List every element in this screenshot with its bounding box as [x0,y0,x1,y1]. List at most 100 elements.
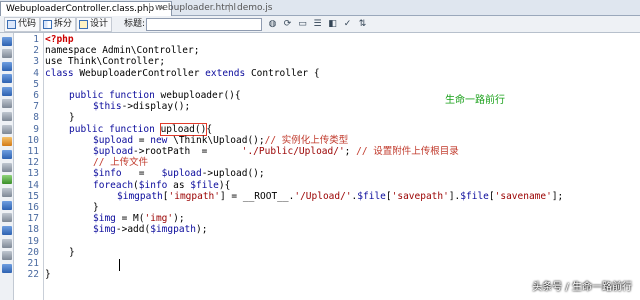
tab-label: WebuploaderController.class.php [6,4,155,14]
code-line-15: $imgpath['imgpath'] = __ROOT__.'/Upload/… [117,191,563,202]
format-source-icon[interactable] [2,264,12,273]
line-number: 21 [27,258,39,269]
outdent-code-icon[interactable] [2,251,12,260]
string: '/Upload/' [294,190,352,202]
tab-label: demo.js [237,3,273,13]
collapse-selection-icon[interactable] [2,74,12,83]
line-number: 9 [33,123,39,135]
php-open-tag: <?php [45,34,74,45]
visual-aids-icon[interactable]: ◧ [326,18,339,31]
tab-separator: | [228,3,232,13]
keyword: class [45,67,74,79]
line-number: 15 [27,190,39,202]
select-parent-tag-icon[interactable] [2,99,12,108]
title-input[interactable] [146,18,262,31]
namespace-statement: namespace Admin\Controller; [45,45,200,57]
string: 'savepath' [391,190,449,202]
code-view-button[interactable]: 代码 [4,17,41,32]
code-line-1: <?php [45,34,74,45]
move-css-icon[interactable] [2,226,12,235]
file-management-icon[interactable]: ⇅ [356,18,369,31]
code-line-22: } [45,269,51,280]
line-number: 14 [27,179,39,191]
design-view-button[interactable]: 设计 [76,17,113,32]
code-text: } [69,246,75,258]
line-number: 1 [33,34,39,45]
refresh-icon[interactable]: ⟳ [281,18,294,31]
line-number: 7 [33,101,39,113]
globe-icon[interactable]: ◍ [266,18,279,31]
code-text: } [69,112,75,124]
code-line-8: } [69,112,75,123]
method-name: webuploader(){ [154,90,241,101]
keyword: new [150,134,168,146]
highlighted-method-name: upload() [159,122,208,136]
split-view-button[interactable]: 拆分 [40,17,77,32]
variable: $file [460,190,489,202]
variable: $info [93,168,122,180]
validate-icon[interactable]: ✓ [341,18,354,31]
keyword: function [109,123,155,135]
tab-demo-js[interactable]: demo.js [232,1,277,16]
code-text: ); [173,213,185,225]
code-editor[interactable]: <?php namespace Admin\Controller; use Th… [45,33,640,300]
keyword: extends [205,67,246,79]
line-number: 20 [27,246,39,258]
code-line-16: } [93,202,99,213]
line-number-gutter: 1 2 3 4 5 6 7 8 9 10 11 12 13 14 15 16 1… [14,33,44,300]
collapse-full-tag-icon[interactable] [2,62,12,71]
variable: $imgpath [150,224,196,236]
code-line-17: $img = M('img'); [93,213,185,224]
keyword: function [109,90,155,101]
code-text: ->display(); [121,101,191,113]
variable: $imgpath [117,190,163,202]
expand-all-icon[interactable] [2,87,12,96]
code-line-9: public function upload(){ [69,122,212,136]
line-numbers-icon[interactable] [2,125,12,134]
wrap-tag-icon[interactable] [2,201,12,210]
code-text: ->upload(); [201,168,265,180]
code-text: ; [344,146,357,157]
recent-snippets-icon[interactable] [2,213,12,222]
code-line-10: $upload = new \Think\Upload();// 实例化上传类型 [93,135,348,146]
code-view-label: 代码 [18,19,37,29]
variable: $this [93,101,122,113]
line-number: 10 [27,134,39,146]
word-wrap-icon[interactable] [2,150,12,159]
string: 'img' [144,213,174,225]
comment: // 实例化上传类型 [264,134,349,146]
variable: $file [190,179,219,191]
code-line-7: $this->display(); [93,101,190,112]
code-line-14: foreach($info as $file){ [93,180,230,191]
open-documents-icon[interactable] [2,37,12,46]
annotation-text: 生命一路前行 [445,95,505,106]
variable: $img [93,224,116,236]
preview-icon[interactable]: ▭ [296,18,309,31]
code-text: as [167,179,191,191]
line-number: 6 [33,90,39,101]
class-name: WebuploaderController [73,67,206,79]
code-text: ){ [218,179,231,191]
apply-comment-icon[interactable] [2,175,12,184]
use-statement: use Think\Controller; [45,56,166,68]
indent-code-icon[interactable] [2,239,12,248]
tab-webuploader-controller[interactable]: WebuploaderController.class.php ✕ [0,1,172,16]
comment: // 设置附件上传根目录 [356,146,459,157]
variable: $upload [93,134,134,146]
line-number: 11 [27,146,39,157]
remove-comment-icon[interactable] [2,188,12,197]
title-label: 标题: [124,19,146,29]
highlight-invalid-code-icon[interactable] [2,137,12,146]
show-code-navigator-icon[interactable] [2,49,12,58]
syntax-error-alerts-icon[interactable] [2,163,12,172]
line-number: 17 [27,213,39,225]
comment: // 上传文件 [93,157,149,169]
line-number: 2 [33,45,39,57]
code-line-13: $info = $upload->upload(); [93,168,265,179]
string: './Public/Upload/' [241,146,345,157]
balance-braces-icon[interactable] [2,112,12,121]
code-text: ]; [551,190,564,202]
line-number: 19 [27,235,39,247]
view-options-icon[interactable]: ☰ [311,18,324,31]
line-number: 22 [27,269,39,281]
